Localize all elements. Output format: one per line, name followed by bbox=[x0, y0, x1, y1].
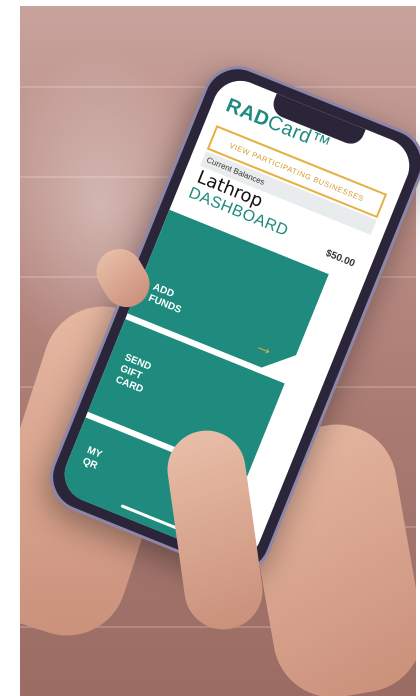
logo-bold-text: RAD bbox=[222, 94, 273, 132]
arrow-right-icon: → bbox=[251, 333, 279, 362]
balance-amount: $50.00 bbox=[323, 247, 357, 270]
my-qr-label: MY QR bbox=[80, 444, 104, 472]
send-gift-card-label: SEND GIFT CARD bbox=[113, 352, 153, 396]
add-funds-label: ADD FUNDS bbox=[146, 281, 183, 316]
